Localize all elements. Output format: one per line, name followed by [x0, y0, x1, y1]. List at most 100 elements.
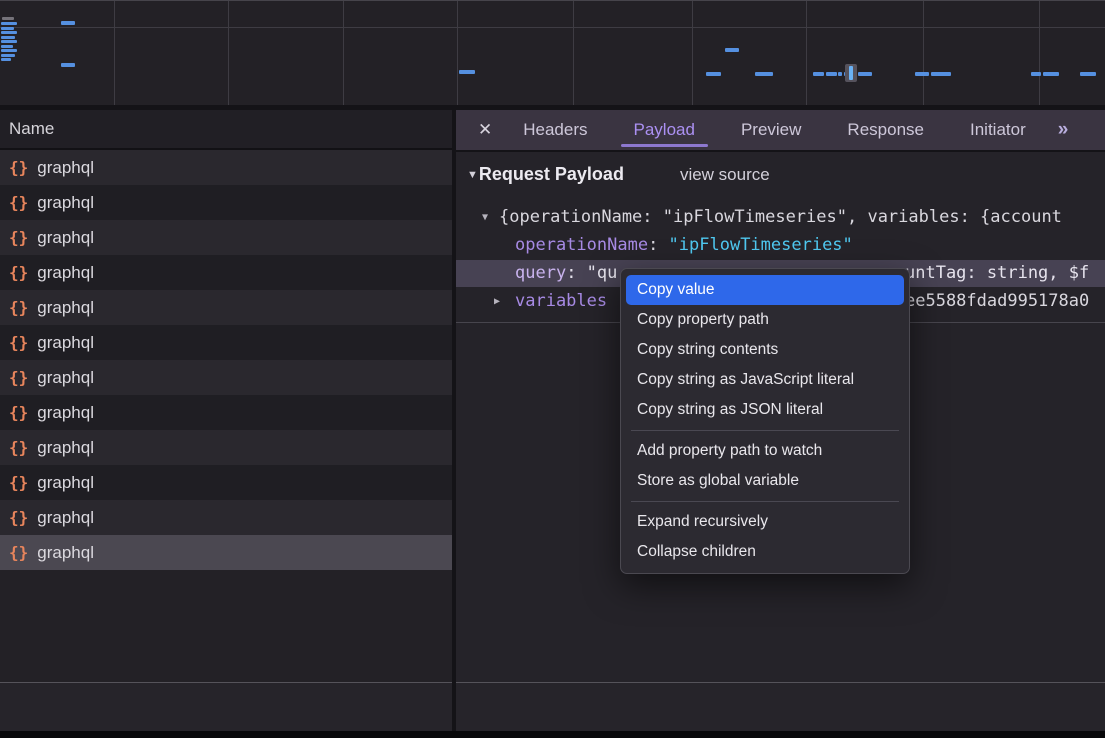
request-timing-bar[interactable] — [61, 63, 75, 67]
request-timing-bar[interactable] — [1, 40, 17, 43]
request-row[interactable]: {}graphql — [0, 500, 452, 535]
more-tabs-icon[interactable]: » — [1058, 119, 1067, 141]
overview-gridline — [1039, 1, 1040, 106]
request-timing-bar[interactable] — [826, 72, 837, 76]
overview-gridline — [806, 1, 807, 106]
fetch-request-icon: {} — [9, 298, 28, 317]
request-row[interactable]: {} graphql — [0, 325, 452, 360]
tab-response[interactable]: Response — [847, 110, 924, 150]
request-timing-bar[interactable] — [1, 58, 11, 61]
request-row[interactable]: {} graphql — [0, 220, 452, 255]
request-timing-bar[interactable] — [1031, 72, 1041, 76]
menu-item-copy-property-path[interactable]: Copy property path — [621, 305, 909, 335]
selected-request-marker[interactable] — [849, 66, 853, 80]
request-timing-bar[interactable] — [706, 72, 721, 76]
request-row[interactable]: {} graphql — [0, 255, 452, 290]
overview-gridline — [228, 1, 229, 106]
request-timing-bar[interactable] — [813, 72, 824, 76]
request-timing-bar[interactable] — [858, 72, 872, 76]
request-row[interactable]: {}graphql — [0, 465, 452, 500]
fetch-request-icon: {} — [9, 158, 28, 177]
request-timing-bar[interactable] — [931, 72, 951, 76]
request-row[interactable]: {}graphql — [0, 535, 452, 570]
request-name: graphql — [37, 473, 94, 493]
details-tabs: Headers Payload Preview Response Initiator — [523, 110, 1025, 150]
request-name: graphql — [37, 193, 94, 213]
overview-gridline — [692, 1, 693, 106]
tab-preview[interactable]: Preview — [741, 110, 801, 150]
overview-gridline — [114, 1, 115, 106]
fetch-request-icon: {} — [9, 508, 28, 527]
pending-request-bar[interactable] — [2, 17, 14, 20]
request-name: graphql — [37, 333, 94, 353]
request-timing-bar[interactable] — [725, 48, 739, 52]
name-column-label: Name — [9, 119, 54, 138]
request-name: graphql — [37, 263, 94, 283]
devtools-window: Name {} graphql {} graphql {} graphql {} graphq… — [0, 0, 1110, 740]
json-query-right-fragment: untTag: string, $f — [905, 260, 1089, 287]
tab-initiator[interactable]: Initiator — [970, 110, 1026, 150]
request-row[interactable]: {} graphql — [0, 185, 452, 220]
request-timing-bar[interactable] — [1080, 72, 1096, 76]
fetch-request-icon: {} — [9, 368, 28, 387]
overview-gridline — [923, 1, 924, 106]
request-timing-bar[interactable] — [1, 22, 17, 25]
request-timing-bar[interactable] — [755, 72, 773, 76]
request-timing-bar[interactable] — [1, 36, 15, 39]
status-bar-area — [0, 683, 1105, 731]
json-string-value: "qu — [587, 263, 618, 283]
menu-item-store-as-global-variable[interactable]: Store as global variable — [621, 466, 909, 496]
request-row[interactable]: {}graphql — [0, 430, 452, 465]
fetch-request-icon: {} — [9, 333, 28, 352]
request-row[interactable]: {}graphql — [0, 150, 452, 185]
menu-item-copy-string-as-javascript-literal[interactable]: Copy string as JavaScript literal — [621, 365, 909, 395]
request-timing-bar[interactable] — [1, 31, 17, 34]
menu-item-copy-string-as-json-literal[interactable]: Copy string as JSON literal — [621, 395, 909, 425]
panel-resize-handle[interactable] — [452, 110, 456, 731]
tab-payload[interactable]: Payload — [634, 110, 695, 150]
request-timing-bar[interactable] — [1, 49, 17, 52]
tab-headers[interactable]: Headers — [523, 110, 587, 150]
menu-item-add-property-path-to-watch[interactable]: Add property path to watch — [621, 436, 909, 466]
menu-item-copy-string-contents[interactable]: Copy string contents — [621, 335, 909, 365]
request-timing-bar[interactable] — [61, 21, 75, 25]
request-name: graphql — [37, 368, 94, 388]
json-variables-key: variables — [515, 288, 607, 315]
request-timing-bar[interactable] — [838, 72, 842, 76]
request-timing-bar[interactable] — [915, 72, 929, 76]
request-timing-bar[interactable] — [459, 70, 475, 74]
menu-item-expand-recursively[interactable]: Expand recursively — [621, 507, 909, 537]
request-timing-bar[interactable] — [1, 54, 15, 57]
request-payload-section-header: ▼ Request Payload view source — [467, 164, 770, 185]
fetch-request-icon: {} — [9, 193, 28, 212]
expander-icon[interactable]: ▶ — [494, 288, 500, 315]
fetch-request-icon: {} — [9, 228, 28, 247]
request-timing-bar[interactable] — [1043, 72, 1059, 76]
name-column-header[interactable]: Name — [0, 110, 452, 150]
request-timing-bar[interactable] — [1, 45, 13, 48]
request-row[interactable]: {} graphql — [0, 360, 452, 395]
devtools-network-panel: Name {} graphql {} graphql {} graphql {} graphq… — [0, 0, 1105, 738]
request-row[interactable]: {}graphql — [0, 290, 452, 325]
json-key: variables — [515, 291, 607, 311]
overview-horizontal-gridline — [0, 27, 1105, 28]
close-icon[interactable]: ✕ — [478, 120, 492, 140]
json-root-row[interactable]: ▼ {operationName: "ipFlowTimeseries", va… — [456, 204, 1105, 231]
json-variables-right-fragment: ee5588fdad995178a0 — [905, 288, 1089, 315]
request-name: graphql — [37, 438, 94, 458]
request-timing-bar[interactable] — [1, 27, 14, 30]
request-name: graphql — [37, 403, 94, 423]
network-overview[interactable] — [0, 0, 1105, 106]
request-table: Name {} graphql {} graphql {} graphql {} graphq… — [0, 110, 452, 682]
json-operation-name: operationName: "ipFlowTimeseries" — [515, 232, 853, 259]
json-query-left-fragment: query: "qu — [515, 260, 617, 287]
request-name: graphql — [37, 228, 94, 248]
menu-item-copy-value[interactable]: Copy value — [626, 275, 904, 305]
view-source-link[interactable]: view source — [680, 165, 770, 185]
json-row-operation-name[interactable]: operationName: "ipFlowTimeseries" — [456, 232, 1105, 259]
section-collapse-triangle-icon[interactable]: ▼ — [467, 169, 478, 181]
request-row[interactable]: {}graphql — [0, 395, 452, 430]
expander-icon[interactable]: ▼ — [482, 204, 488, 231]
menu-item-collapse-children[interactable]: Collapse children — [621, 537, 909, 567]
fetch-request-icon: {} — [9, 263, 28, 282]
